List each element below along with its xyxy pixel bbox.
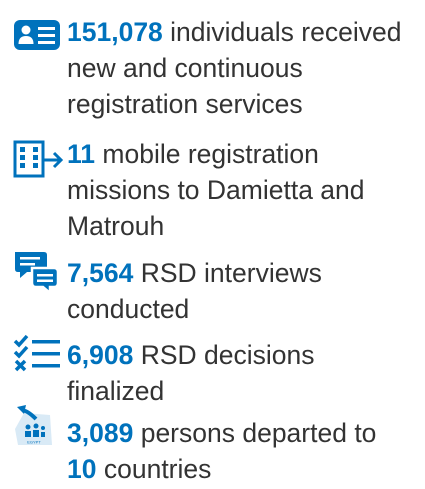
stat-number: 3,089	[67, 418, 134, 448]
stat-text: 7,564 RSD interviews conducted	[67, 255, 417, 327]
decision-checklist-icon	[13, 334, 60, 372]
stats-panel: { "colors": { "accent": "#0072bc", "text…	[0, 0, 425, 489]
mobile-mission-building-icon	[13, 140, 64, 178]
stat-text: 6,908 RSD decisions finalized	[67, 337, 417, 409]
stat-number: 6,908	[67, 340, 134, 370]
stat-number: 7,564	[67, 258, 134, 288]
stat-text: 3,089 persons departed to 10 countries	[67, 415, 417, 487]
stat-number: 11	[67, 139, 96, 169]
registration-card-icon	[14, 20, 60, 50]
stat-number: 151,078	[67, 17, 163, 47]
stat-text: 11 mobile registration missions to Damie…	[67, 136, 417, 244]
stat-number-secondary: 10	[67, 454, 97, 484]
stat-description-secondary: countries	[103, 454, 212, 484]
egypt-map-label: EGYPT	[27, 440, 41, 445]
interview-chat-icon	[15, 252, 60, 296]
stat-description: mobile registration missions to Damietta…	[67, 139, 365, 241]
departure-map-icon: EGYPT	[15, 405, 52, 445]
stat-description: persons departed to	[140, 418, 377, 448]
stat-text: 151,078 individuals received new and con…	[67, 14, 417, 122]
